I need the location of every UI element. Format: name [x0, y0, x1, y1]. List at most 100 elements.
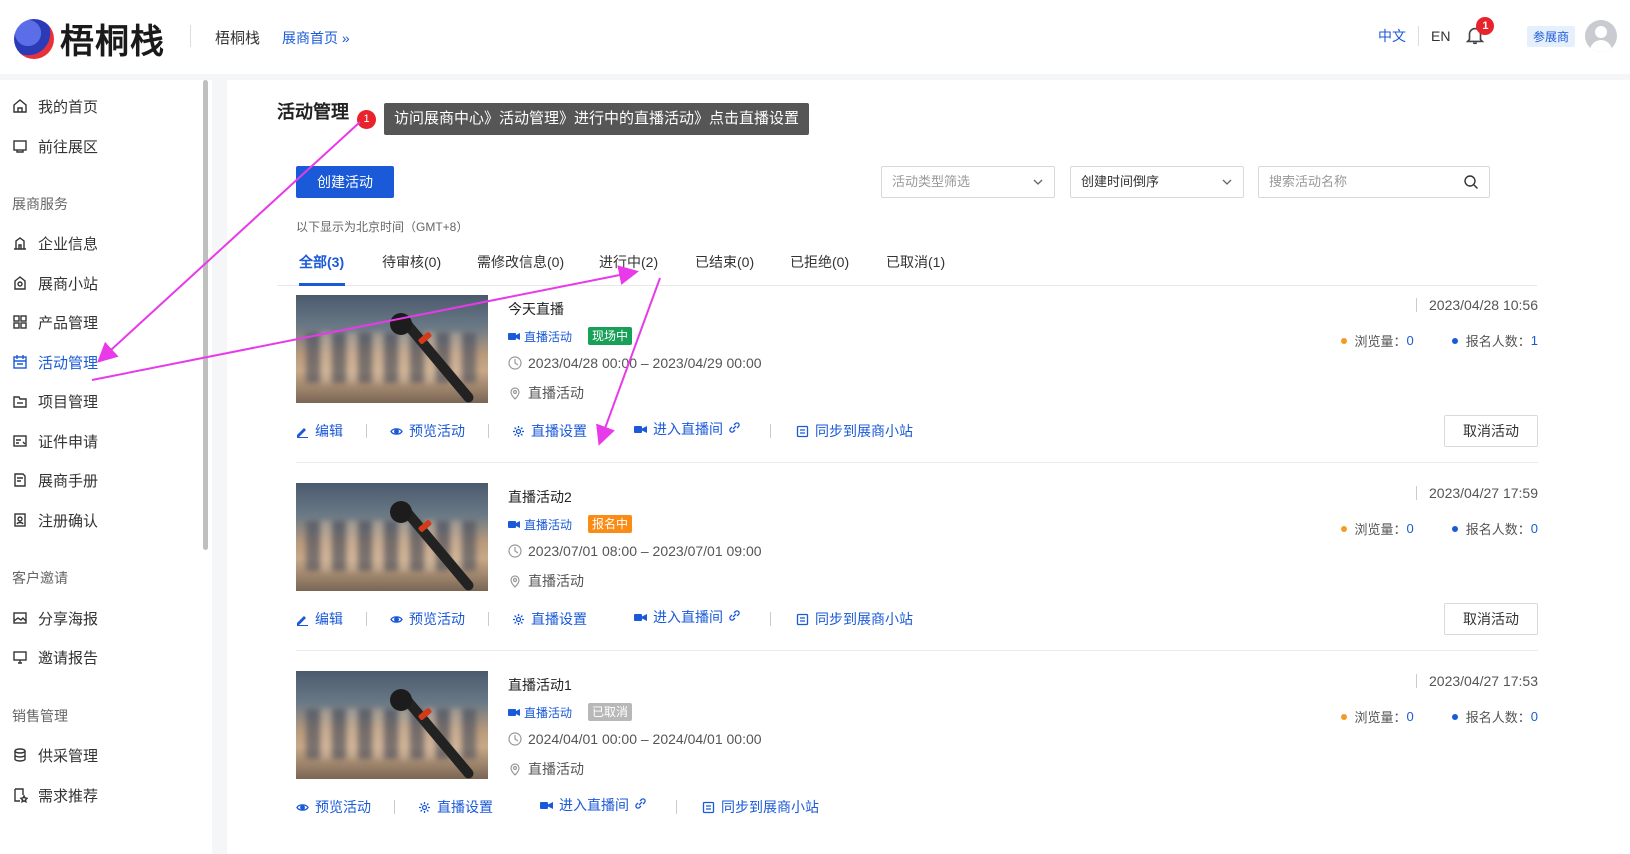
tab-pending[interactable]: 待审核(0): [382, 252, 441, 272]
created-date: 2023/04/28 10:56: [1416, 297, 1538, 313]
activity-stats: 浏览量： 0 报名人数： 1: [1340, 331, 1538, 350]
action-label: 同步到展商小站: [721, 799, 819, 815]
sidebar-item-store[interactable]: 展商小站: [12, 271, 98, 295]
confirm-icon: [12, 512, 28, 528]
sidebar: 我的首页 前往展区 展商服务 企业信息 展商小站 产品管理 活动管理 项目管理 …: [0, 80, 212, 854]
tab-all[interactable]: 全部(3): [299, 252, 344, 272]
logo-text: 梧桐栈: [60, 22, 165, 62]
copy-link-button[interactable]: [728, 609, 747, 622]
preview-button[interactable]: 预览活动: [390, 609, 465, 629]
avatar[interactable]: [1585, 20, 1617, 52]
copy-link-button[interactable]: [634, 797, 653, 810]
sidebar-item-company[interactable]: 企业信息: [12, 231, 98, 255]
preview-button[interactable]: 预览活动: [296, 797, 371, 817]
divider: [488, 612, 489, 626]
cancel-activity-button[interactable]: 取消活动: [1444, 603, 1538, 635]
sidebar-item-products[interactable]: 产品管理: [12, 310, 98, 334]
tab-cancelled[interactable]: 已取消(1): [886, 252, 945, 272]
action-label: 进入直播间: [653, 421, 723, 437]
sidebar-item-home[interactable]: 我的首页: [12, 94, 98, 118]
sidebar-item-projects[interactable]: 项目管理: [12, 389, 98, 413]
edit-icon: [297, 615, 308, 626]
live-settings-button[interactable]: 直播设置: [418, 797, 493, 817]
eye-icon: [390, 427, 403, 435]
sidebar-item-exhibit[interactable]: 前往展区: [12, 134, 98, 158]
home-link[interactable]: 展商首页 »: [282, 28, 350, 48]
divider: [1418, 26, 1419, 46]
tab-ended[interactable]: 已结束(0): [695, 252, 754, 272]
sidebar-item-label: 注册确认: [38, 512, 99, 530]
activity-thumbnail[interactable]: [296, 483, 488, 591]
divider: [366, 612, 367, 626]
lang-en-button[interactable]: EN: [1431, 28, 1450, 44]
sync-store-button[interactable]: 同步到展商小站: [796, 609, 913, 629]
sidebar-item-procurement[interactable]: 供采管理: [12, 743, 98, 767]
enter-live-room-button[interactable]: 进入直播间: [540, 795, 629, 815]
signups-label: 报名人数：: [1465, 522, 1531, 537]
sidebar-item-recommend[interactable]: 需求推荐: [12, 783, 98, 807]
grid-icon: [12, 314, 28, 330]
activity-type-filter[interactable]: 活动类型筛选: [881, 166, 1055, 198]
tab-ongoing[interactable]: 进行中(2): [599, 252, 658, 272]
signups-dot: [1451, 713, 1458, 720]
sidebar-scrollbar[interactable]: [203, 80, 208, 550]
sidebar-item-poster[interactable]: 分享海报: [12, 606, 98, 630]
chevron-down-icon: [1222, 179, 1232, 185]
sync-store-button[interactable]: 同步到展商小站: [796, 421, 913, 441]
edit-button[interactable]: 编辑: [296, 609, 343, 629]
activity-location: 直播活动: [508, 571, 584, 591]
edit-button[interactable]: 编辑: [296, 421, 343, 441]
monitor-icon: [12, 649, 28, 665]
step-marker: 1: [357, 110, 376, 129]
activity-thumbnail[interactable]: [296, 671, 488, 779]
gear-icon: [513, 613, 524, 625]
tutorial-tooltip: 访问展商中心》活动管理》进行中的直播活动》点击直播设置: [384, 103, 810, 135]
sidebar-item-label: 分享海报: [38, 610, 99, 628]
time-range: 2024/04/01 00:00 – 2024/04/01 00:00: [528, 731, 762, 747]
divider: [296, 462, 1538, 463]
activity-title[interactable]: 直播活动1: [508, 675, 572, 695]
sidebar-item-label: 前往展区: [38, 138, 99, 156]
logo[interactable]: 梧桐栈: [14, 14, 165, 63]
status-badge: 报名中: [588, 515, 633, 533]
copy-link-button[interactable]: [728, 421, 747, 434]
tab-needs-edit[interactable]: 需修改信息(0): [477, 252, 564, 272]
tab-rejected[interactable]: 已拒绝(0): [790, 252, 849, 272]
video-camera-icon: [508, 520, 520, 528]
sidebar-item-badge[interactable]: 证件申请: [12, 429, 98, 453]
video-camera-icon: [508, 708, 520, 716]
sidebar-item-manual[interactable]: 展商手册: [12, 468, 98, 492]
notification-bell[interactable]: 1: [1464, 17, 1495, 48]
activity-thumbnail[interactable]: [296, 295, 488, 403]
sync-store-button[interactable]: 同步到展商小站: [702, 797, 819, 817]
enter-live-room-button[interactable]: 进入直播间: [634, 607, 723, 627]
views-count: 0: [1406, 333, 1414, 348]
signups-count: 1: [1530, 333, 1538, 348]
sort-select[interactable]: 创建时间倒序: [1070, 166, 1244, 198]
search-input[interactable]: 搜索活动名称: [1258, 166, 1490, 198]
enter-live-room-button[interactable]: 进入直播间: [634, 419, 723, 439]
activity-location: 直播活动: [508, 383, 584, 403]
sidebar-item-confirm[interactable]: 注册确认: [12, 508, 98, 532]
activity-title[interactable]: 直播活动2: [508, 487, 572, 507]
search-icon[interactable]: [1463, 174, 1479, 190]
sidebar-item-report[interactable]: 邀请报告: [12, 645, 98, 669]
create-activity-button[interactable]: 创建活动: [296, 166, 394, 198]
signups-label: 报名人数：: [1465, 710, 1531, 725]
cancel-activity-button[interactable]: 取消活动: [1444, 415, 1538, 447]
activity-title[interactable]: 今天直播: [508, 299, 564, 319]
live-settings-button[interactable]: 直播设置: [512, 609, 587, 629]
timezone-note: 以下显示为北京时间（GMT+8）: [296, 220, 469, 234]
sidebar-item-activities[interactable]: 活动管理: [12, 350, 98, 374]
live-settings-button[interactable]: 直播设置: [512, 421, 587, 441]
divider: [488, 424, 489, 438]
lang-cn-button[interactable]: 中文: [1378, 26, 1406, 46]
folder-icon: [12, 393, 28, 409]
sync-doc-icon: [796, 425, 809, 437]
chevron-down-icon: [1033, 179, 1043, 185]
store-icon: [12, 275, 28, 291]
action-label: 预览活动: [315, 799, 371, 815]
top-right-controls: 中文 EN 1: [1378, 17, 1495, 48]
preview-button[interactable]: 预览活动: [390, 421, 465, 441]
action-label: 直播设置: [531, 611, 587, 627]
